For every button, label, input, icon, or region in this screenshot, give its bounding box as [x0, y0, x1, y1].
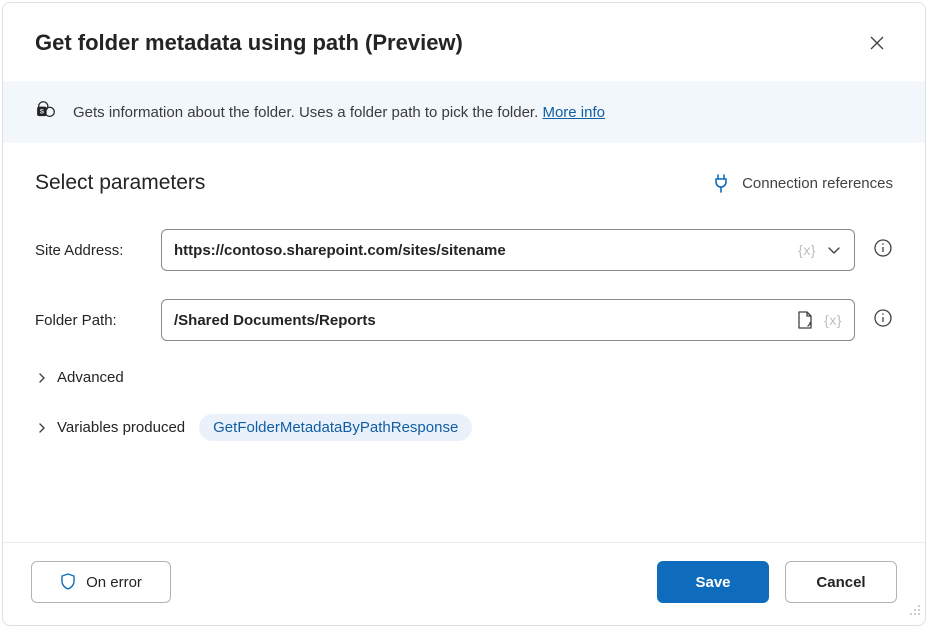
connection-references-label: Connection references — [742, 175, 893, 192]
on-error-label: On error — [86, 574, 142, 591]
close-button[interactable] — [861, 27, 893, 59]
section-title: Select parameters — [35, 171, 205, 195]
footer-actions: Save Cancel — [657, 561, 897, 603]
variable-pill-label: GetFolderMetadataByPathResponse — [213, 419, 458, 436]
chevron-right-icon — [35, 422, 49, 434]
plug-icon — [712, 173, 730, 193]
on-error-button[interactable]: On error — [31, 561, 171, 603]
chevron-down-icon[interactable] — [826, 242, 842, 258]
variables-produced-expander[interactable]: Variables produced GetFolderMetadataByPa… — [35, 414, 893, 441]
save-label: Save — [695, 574, 730, 591]
advanced-expander[interactable]: Advanced — [35, 369, 893, 386]
param-row-folder-path: Folder Path: {x} — [35, 299, 893, 341]
chevron-right-icon — [35, 372, 49, 384]
site-address-info-button[interactable] — [873, 238, 893, 263]
shield-icon — [60, 573, 76, 591]
variable-pill[interactable]: GetFolderMetadataByPathResponse — [199, 414, 472, 441]
file-picker-icon[interactable] — [796, 310, 814, 330]
variables-produced-label: Variables produced — [57, 419, 185, 436]
folder-path-input-wrap[interactable]: {x} — [161, 299, 855, 341]
dialog-footer: On error Save Cancel — [3, 542, 925, 625]
folder-path-label: Folder Path: — [35, 312, 143, 329]
site-address-input[interactable] — [174, 242, 798, 259]
site-address-label: Site Address: — [35, 242, 143, 259]
site-address-trailing: {x} — [798, 242, 842, 258]
site-address-combo[interactable]: {x} — [161, 229, 855, 271]
folder-path-input[interactable] — [174, 312, 796, 329]
info-icon — [873, 308, 893, 328]
dialog-body: Select parameters Connection references … — [3, 143, 925, 542]
param-row-site-address: Site Address: {x} — [35, 229, 893, 271]
fx-token-icon[interactable]: {x} — [798, 242, 816, 258]
folder-path-info-button[interactable] — [873, 308, 893, 333]
close-icon — [869, 35, 885, 51]
info-icon — [873, 238, 893, 258]
cancel-label: Cancel — [816, 574, 865, 591]
fx-token-icon[interactable]: {x} — [824, 312, 842, 328]
sharepoint-icon: S — [35, 99, 57, 125]
dialog-title: Get folder metadata using path (Preview) — [35, 30, 463, 56]
folder-path-trailing: {x} — [796, 310, 842, 330]
advanced-label: Advanced — [57, 369, 124, 386]
more-info-link[interactable]: More info — [542, 104, 605, 121]
connection-references-button[interactable]: Connection references — [712, 173, 893, 193]
resize-grip-icon[interactable] — [907, 602, 921, 621]
svg-text:S: S — [40, 109, 45, 116]
info-banner-text: Gets information about the folder. Uses … — [73, 104, 605, 121]
section-header: Select parameters Connection references — [35, 171, 893, 195]
info-description: Gets information about the folder. Uses … — [73, 104, 538, 121]
save-button[interactable]: Save — [657, 561, 769, 603]
dialog-get-folder-metadata: Get folder metadata using path (Preview)… — [2, 2, 926, 626]
info-banner: S Gets information about the folder. Use… — [3, 81, 925, 143]
dialog-header: Get folder metadata using path (Preview) — [3, 3, 925, 81]
cancel-button[interactable]: Cancel — [785, 561, 897, 603]
